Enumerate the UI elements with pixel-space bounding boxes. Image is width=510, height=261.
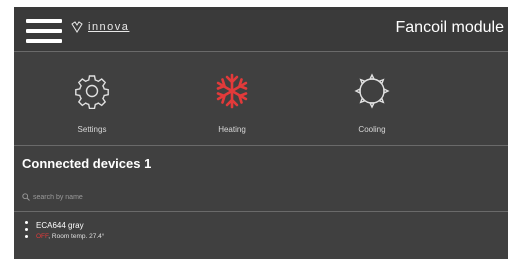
brand-logo: innova — [70, 21, 129, 33]
brand-mark-icon — [71, 21, 83, 33]
mode-cooling[interactable]: Cooling — [322, 53, 422, 145]
mode-heating[interactable]: Heating — [182, 53, 282, 145]
search-icon — [22, 193, 30, 201]
list-item[interactable]: ECA644 gray OFF, Room temp. 27.4° — [22, 219, 500, 255]
room-temperature: Room temp. 27.4° — [51, 233, 105, 240]
sun-icon — [354, 73, 390, 109]
menu-icon[interactable] — [26, 19, 62, 43]
more-options-icon[interactable] — [24, 221, 30, 243]
page-title: Fancoil module — [395, 19, 505, 36]
divider — [14, 51, 508, 52]
device-name: ECA644 gray — [36, 221, 84, 230]
brand-name: innova — [88, 21, 130, 33]
mode-settings[interactable]: Settings — [42, 53, 142, 145]
snowflake-icon — [216, 73, 248, 109]
device-status: OFF, Room temp. 27.4° — [36, 233, 105, 240]
device-state: OFF — [36, 233, 49, 240]
search-input[interactable] — [33, 193, 473, 201]
mode-label: Heating — [218, 125, 246, 134]
mode-label: Settings — [77, 125, 107, 134]
app-frame: innova Fancoil module Settings Heating C… — [14, 7, 508, 259]
gear-icon — [75, 75, 109, 109]
app-header: innova Fancoil module — [14, 7, 508, 51]
mode-bar: Settings Heating Cooling — [14, 53, 508, 145]
divider — [14, 145, 508, 146]
mode-label: Cooling — [358, 125, 386, 134]
devices-section-title: Connected devices 1 — [22, 156, 152, 171]
divider — [14, 211, 508, 212]
search-bar[interactable] — [22, 189, 500, 205]
